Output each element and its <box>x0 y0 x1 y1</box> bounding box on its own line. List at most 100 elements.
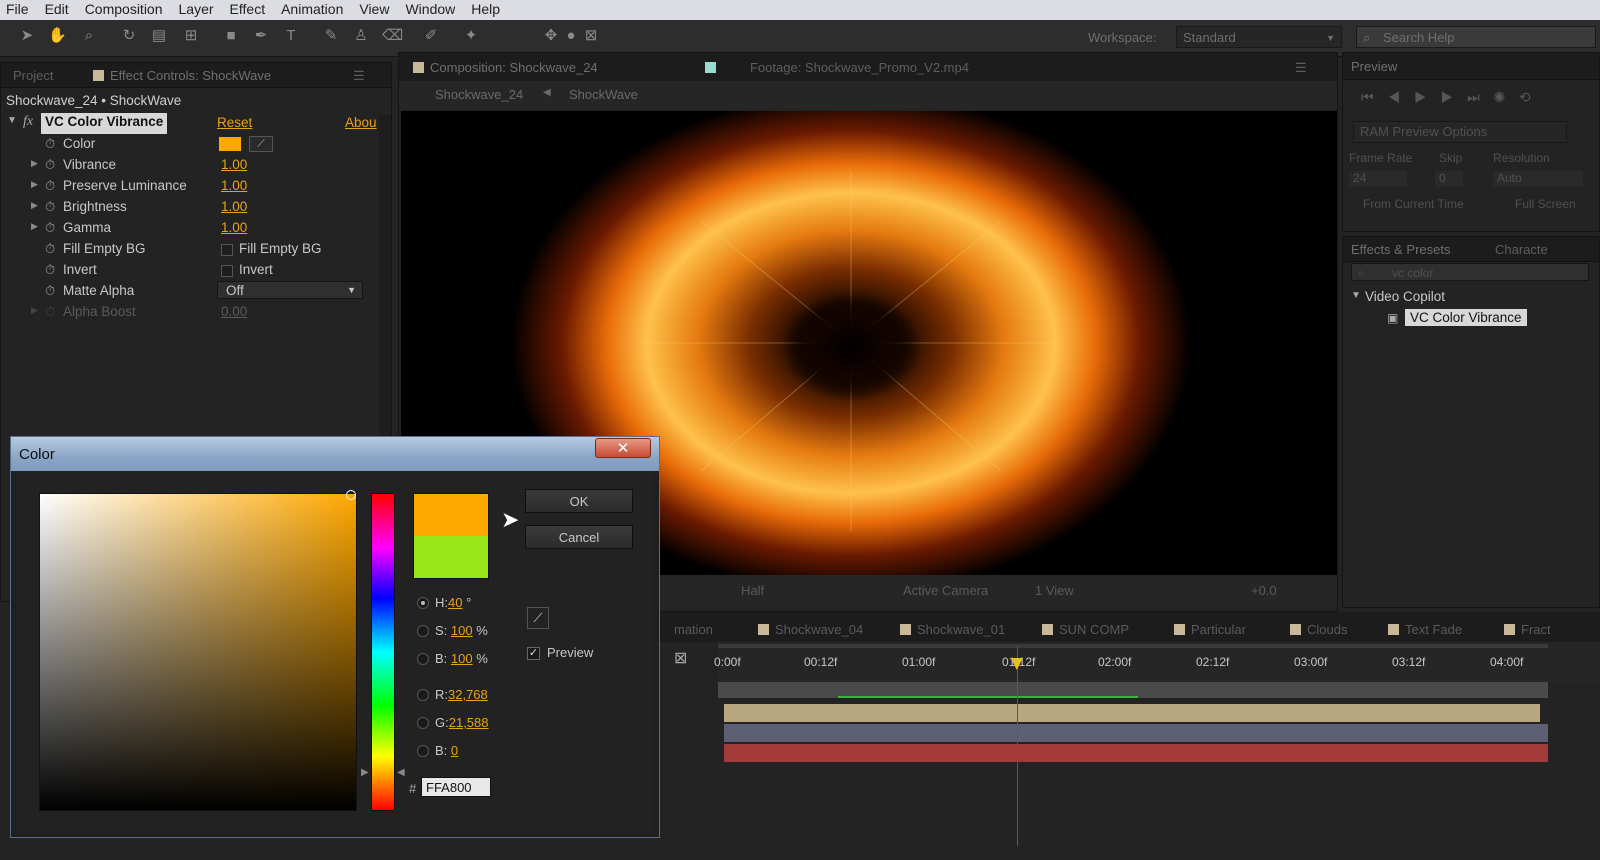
hue-field[interactable]: H:40 ° <box>435 595 471 610</box>
hue-radio[interactable] <box>417 597 429 609</box>
invert-checkbox[interactable] <box>221 265 233 277</box>
stopwatch-icon[interactable]: ⏱ <box>45 178 55 194</box>
full-screen-checkbox[interactable]: Full Screen <box>1515 197 1576 211</box>
axis-mode-icon[interactable]: ✥ <box>542 27 560 45</box>
param-value[interactable]: 1.00 <box>221 220 247 235</box>
cancel-button[interactable]: Cancel <box>525 525 633 549</box>
resolution-select[interactable]: Auto <box>1493 171 1583 187</box>
ram-preview-options[interactable]: RAM Preview Options <box>1353 121 1567 143</box>
panel-menu-icon[interactable]: ☰ <box>1295 60 1307 76</box>
pan-behind-tool-icon[interactable]: ⊞ <box>182 27 200 45</box>
menu-layer[interactable]: Layer <box>173 0 224 17</box>
about-link[interactable]: Abou <box>345 115 377 130</box>
tab-footage[interactable]: Footage: Shockwave_Promo_V2.mp4 <box>705 60 969 75</box>
layer-bar[interactable] <box>724 724 1548 742</box>
zoom-tool-icon[interactable]: ⌕ <box>80 27 98 45</box>
stopwatch-icon[interactable]: ⏱ <box>45 262 55 278</box>
close-icon[interactable]: ✕ <box>595 438 651 458</box>
expand-triangle-icon[interactable]: ▶ <box>31 221 38 232</box>
brightness-radio[interactable] <box>417 653 429 665</box>
param-value[interactable]: 1.00 <box>221 178 247 193</box>
red-radio[interactable] <box>417 689 429 701</box>
stopwatch-icon[interactable]: ⏱ <box>45 157 55 173</box>
hue-slider[interactable] <box>371 493 395 811</box>
next-frame-icon[interactable]: ▶ <box>1441 89 1468 105</box>
effects-search-input[interactable]: ⌕ vc color <box>1351 263 1589 281</box>
clone-stamp-tool-icon[interactable]: ♙ <box>352 27 370 45</box>
pen-tool-icon[interactable]: ✒ <box>252 27 270 45</box>
tab-effects-presets[interactable]: Effects & Presets <box>1351 242 1450 257</box>
menu-animation[interactable]: Animation <box>275 0 353 17</box>
menu-window[interactable]: Window <box>399 0 465 17</box>
panel-menu-icon[interactable]: ☰ <box>353 68 365 84</box>
work-area-range[interactable] <box>718 682 1548 698</box>
menu-file[interactable]: File <box>0 0 39 17</box>
param-value[interactable]: 1.00 <box>221 199 247 214</box>
old-color-swatch[interactable] <box>414 536 488 578</box>
hex-input[interactable]: FFA800 <box>421 777 491 797</box>
camera-select[interactable]: Active Camera <box>903 583 988 598</box>
breadcrumb-comp[interactable]: Shockwave_24 <box>435 87 523 102</box>
stopwatch-icon[interactable]: ⏱ <box>45 241 55 257</box>
expand-triangle-icon[interactable]: ▼ <box>1351 290 1361 301</box>
eyedropper-icon[interactable]: ⟋ <box>249 136 273 152</box>
search-help-input[interactable]: ⌕ Search Help <box>1356 26 1596 48</box>
rectangle-tool-icon[interactable]: ■ <box>222 27 240 45</box>
effect-name[interactable]: VC Color Vibrance <box>41 113 168 134</box>
frame-rate-select[interactable]: 24 <box>1349 171 1407 187</box>
time-ruler[interactable]: 0:00f 00:12f 01:00f 01:12f 02:00f 02:12f… <box>714 642 1600 682</box>
saturation-field[interactable]: S: 100 % <box>435 623 488 638</box>
rotate-tool-icon[interactable]: ↻ <box>120 27 138 45</box>
timeline-tab[interactable]: Particular <box>1174 622 1246 637</box>
menu-effect[interactable]: Effect <box>224 0 276 17</box>
stopwatch-icon[interactable]: ⏱ <box>45 199 55 215</box>
blue-field[interactable]: B: 0 <box>435 743 458 758</box>
timeline-tab[interactable]: Shockwave_04 <box>758 622 863 637</box>
playhead[interactable] <box>1010 646 1023 846</box>
comp-flowchart-icon[interactable]: ⊠ <box>674 648 687 668</box>
tab-effect-controls[interactable]: Effect Controls: ShockWave <box>93 68 271 83</box>
tab-preview[interactable]: Preview <box>1351 59 1397 74</box>
roto-brush-tool-icon[interactable]: ✐ <box>422 27 440 45</box>
tab-project[interactable]: Project <box>13 68 53 83</box>
tab-character[interactable]: Characte <box>1495 242 1548 257</box>
green-field[interactable]: G:21,588 <box>435 715 489 730</box>
puppet-pin-tool-icon[interactable]: ✦ <box>462 27 480 45</box>
hue-slider-arrow-icon[interactable]: ◀ <box>397 767 405 778</box>
menu-help[interactable]: Help <box>465 0 510 17</box>
stopwatch-icon[interactable]: ⏱ <box>45 304 55 320</box>
expand-triangle-icon[interactable]: ▶ <box>31 200 38 211</box>
breadcrumb-layer[interactable]: ShockWave <box>569 87 638 102</box>
eraser-tool-icon[interactable]: ⌫ <box>382 27 403 45</box>
matte-alpha-select[interactable]: Off ▼ <box>217 281 363 299</box>
expand-triangle-icon[interactable]: ▶ <box>31 305 38 316</box>
timeline-tab[interactable]: mation <box>674 622 713 637</box>
layer-bar[interactable] <box>724 744 1548 762</box>
dialog-titlebar[interactable]: Color ✕ <box>11 437 659 471</box>
stopwatch-icon[interactable]: ⏱ <box>45 220 55 236</box>
timeline-tab[interactable]: Shockwave_01 <box>900 622 1005 637</box>
hue-slider-arrow-icon[interactable]: ▶ <box>361 767 369 778</box>
work-area-bar[interactable] <box>718 644 1548 648</box>
green-radio[interactable] <box>417 717 429 729</box>
timeline-tab[interactable]: Text Fade <box>1388 622 1462 637</box>
first-frame-icon[interactable]: ⏮ <box>1361 89 1388 105</box>
effect-item-vc-color-vibrance[interactable]: VC Color Vibrance <box>1405 309 1527 326</box>
menu-view[interactable]: View <box>353 0 399 17</box>
world-axis-icon[interactable]: ● <box>562 27 580 45</box>
layer-bar[interactable] <box>724 704 1540 722</box>
audio-icon[interactable]: ◉ <box>1494 89 1519 105</box>
ok-button[interactable]: OK <box>525 489 633 513</box>
expand-triangle-icon[interactable]: ▶ <box>31 179 38 190</box>
timeline-tab[interactable]: Fract <box>1504 622 1551 637</box>
view-layout-select[interactable]: 1 View <box>1035 583 1074 598</box>
tab-composition[interactable]: Composition: Shockwave_24 <box>413 60 598 75</box>
stopwatch-icon[interactable]: ⏱ <box>45 283 55 299</box>
fill-empty-bg-checkbox[interactable] <box>221 244 233 256</box>
timeline-tab[interactable]: SUN COMP <box>1042 622 1129 637</box>
last-frame-icon[interactable]: ⏭ <box>1467 89 1494 105</box>
param-value[interactable]: 0.00 <box>221 304 247 319</box>
type-tool-icon[interactable]: T <box>282 27 300 45</box>
workspace-select[interactable]: Standard ▼ <box>1176 26 1342 48</box>
selection-tool-icon[interactable]: ➤ <box>18 27 36 45</box>
